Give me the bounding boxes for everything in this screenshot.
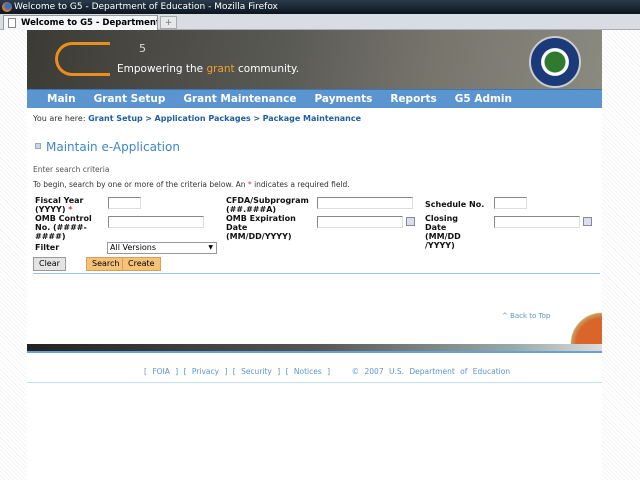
nav-payments[interactable]: Payments [315,90,373,108]
nav-grant-setup[interactable]: Grant Setup [94,90,166,108]
clear-button[interactable]: Clear [33,257,66,271]
viewport: 5 Empowering the grant community. Main G… [0,30,640,480]
tagline: Empowering the grant community. [117,63,300,75]
closing-date-label: Closing Date (MM/DD /YYYY) [425,214,461,250]
page: 5 Empowering the grant community. Main G… [27,30,602,480]
cfda-input[interactable] [317,197,413,209]
bullet-icon [35,143,41,149]
calendar-icon[interactable] [406,217,415,226]
omb-expiration-label: OMB Expiration Date (MM/DD/YYYY) [226,214,296,241]
banner: 5 Empowering the grant community. [27,30,602,89]
fiscal-year-input[interactable] [108,197,141,209]
crumb-application-packages[interactable]: Application Packages [155,114,251,123]
omb-control-label: OMB Control No. (####-####) [35,214,92,241]
omb-control-input[interactable] [108,216,204,228]
firefox-icon [2,2,12,12]
copyright: © 2007 U.S. Department of Education [351,367,511,376]
window-titlebar: Welcome to G5 - Department of Education … [0,0,640,14]
footer-foia[interactable]: FOIA [152,367,170,376]
schedule-label: Schedule No. [425,200,485,209]
footer: [ FOIA ] [ Privacy ] [ Security ] [ Noti… [144,367,511,376]
calendar-icon[interactable] [583,217,592,226]
main-nav: Main Grant Setup Grant Maintenance Payme… [27,89,602,108]
subtitle: Enter search criteria [33,165,110,174]
footer-security[interactable]: Security [241,367,272,376]
create-button[interactable]: Create [122,257,161,271]
crumb-grant-setup[interactable]: Grant Setup [88,114,143,123]
nav-reports[interactable]: Reports [390,90,436,108]
footer-notices[interactable]: Notices [294,367,322,376]
corner-decoration [570,304,602,344]
footer-strip [27,344,602,353]
footer-privacy[interactable]: Privacy [192,367,219,376]
window-title: Welcome to G5 - Department of Education … [14,2,278,12]
breadcrumb: You are here: Grant Setup > Application … [33,114,362,123]
closing-date-input[interactable] [494,216,580,228]
chevron-down-icon: ▼ [208,244,213,251]
fiscal-year-label: Fiscal Year (YYYY) * [35,196,84,214]
back-to-top-link[interactable]: ^ Back to Top [502,312,550,320]
browser-tab[interactable]: Welcome to G5 - Department of Edu... [3,15,158,30]
schedule-input[interactable] [494,197,527,209]
tab-label: Welcome to G5 - Department of Edu... [21,18,158,28]
new-tab-button[interactable]: + [160,16,177,29]
omb-expiration-input[interactable] [317,216,403,228]
logo-5: 5 [139,42,146,55]
search-button[interactable]: Search [86,257,126,271]
crumb-package-maintenance[interactable]: Package Maintenance [263,114,361,123]
nav-g5-admin[interactable]: G5 Admin [455,90,512,108]
divider [33,273,600,274]
footer-line [27,382,602,383]
page-title: Maintain e-Application [35,140,180,154]
department-seal-icon [529,36,581,88]
page-icon [8,18,16,28]
filter-select[interactable]: All Versions ▼ [107,242,217,254]
tab-bar: Welcome to G5 - Department of Edu... + [0,14,640,30]
nav-main[interactable]: Main [47,90,76,108]
g5-logo [55,42,110,76]
instructions: To begin, search by one or more of the c… [33,180,350,189]
filter-label: Filter [35,243,60,252]
nav-grant-maintenance[interactable]: Grant Maintenance [183,90,296,108]
cfda-label: CFDA/Subprogram (##.###A) [226,196,309,214]
